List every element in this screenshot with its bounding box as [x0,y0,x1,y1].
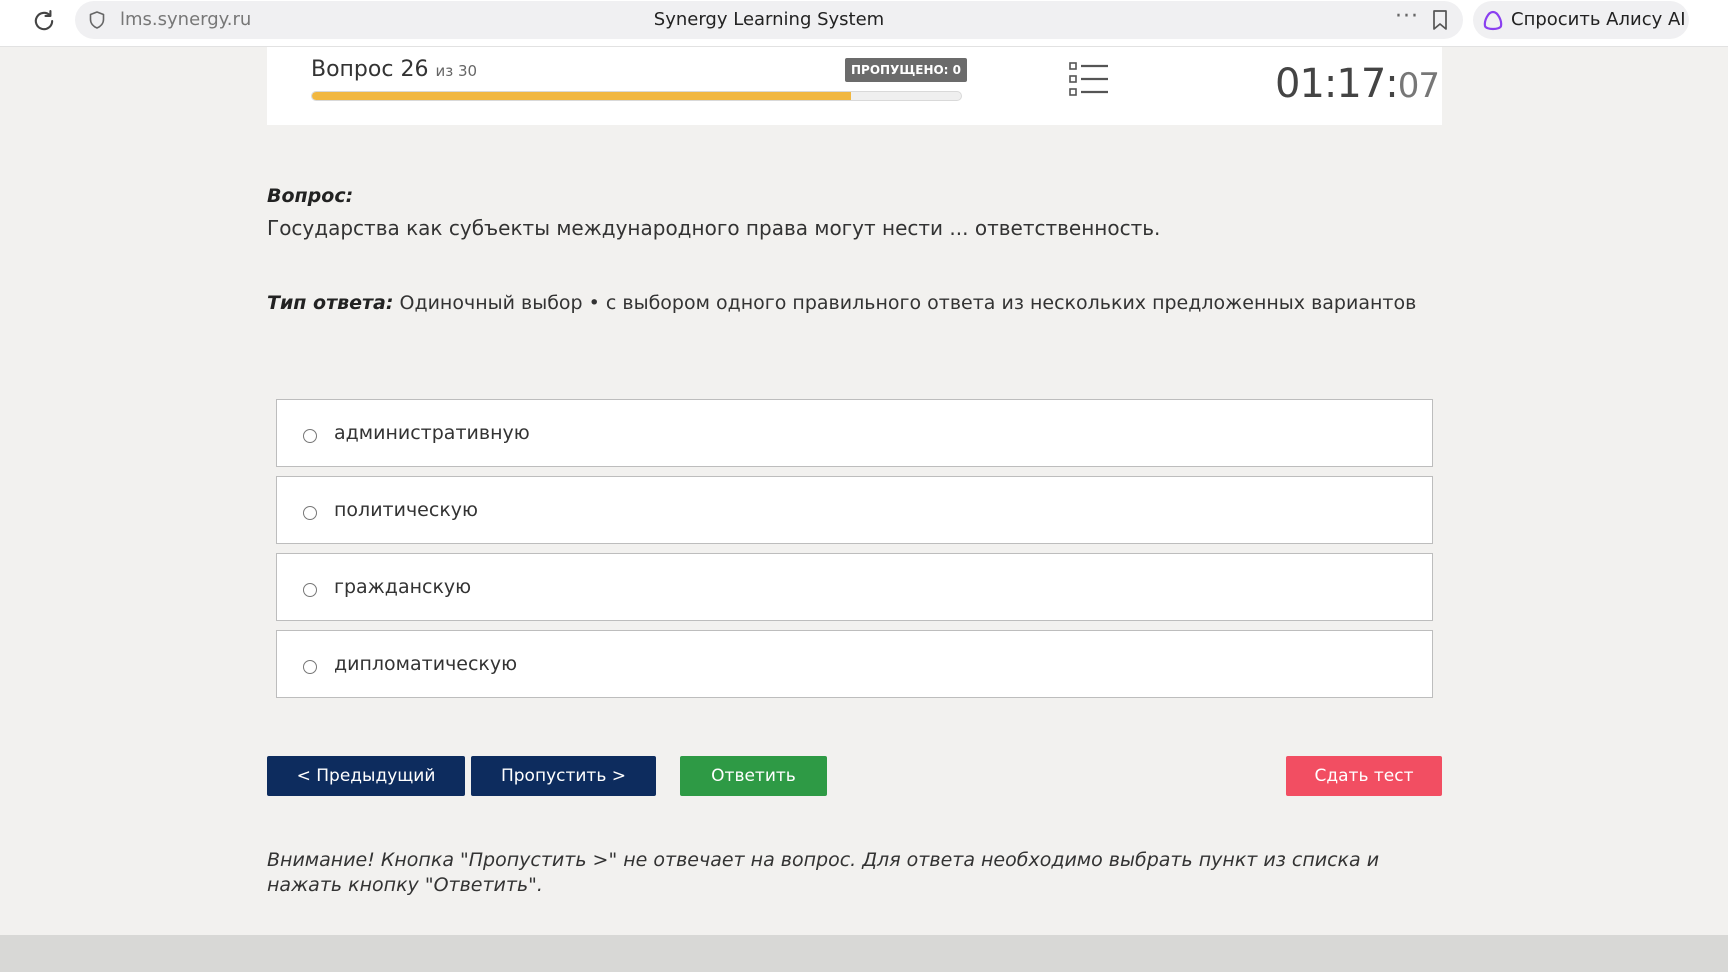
answer-option[interactable]: гражданскую [276,553,1433,621]
alice-icon [1483,10,1503,31]
progress-fill [312,92,851,100]
answer-button[interactable]: Ответить [680,756,827,796]
reload-icon[interactable] [30,7,58,35]
radio-button[interactable] [303,506,317,520]
ask-alice-button[interactable]: Спросить Алису AI [1473,1,1689,39]
answer-option[interactable]: дипломатическую [276,630,1433,698]
radio-button[interactable] [303,429,317,443]
timer-main: 01:17: [1275,61,1399,107]
question-total: из 30 [435,62,478,80]
timer-seconds: 07 [1397,66,1440,106]
question-list-icon[interactable] [1069,61,1109,97]
skip-button[interactable]: Пропустить > [471,756,656,796]
question-text: Государства как субъекты международного … [267,216,1161,240]
question-number: Вопрос 26 [311,57,429,82]
question-label: Вопрос: [267,185,354,207]
address-bar[interactable]: lms.synergy.ru Synergy Learning System ·… [75,1,1463,39]
ask-alice-label: Спросить Алису AI [1511,9,1686,30]
radio-button[interactable] [303,660,317,674]
submit-test-button[interactable]: Сдать тест [1286,756,1442,796]
warning-note: Внимание! Кнопка "Пропустить >" не отвеч… [267,849,1380,896]
answer-option-label: административную [334,422,530,444]
previous-button[interactable]: < Предыдущий [267,756,465,796]
answer-option-label: гражданскую [334,576,472,598]
page-footer [0,935,1728,972]
browser-toolbar: lms.synergy.ru Synergy Learning System ·… [0,0,1728,47]
progress-bar [311,91,962,101]
skipped-badge: ПРОПУЩЕНО: 0 [845,58,968,82]
answer-option-label: дипломатическую [334,653,518,675]
answer-type-value: Одиночный выбор • с выбором одного прави… [399,292,1417,314]
bookmark-icon[interactable] [1430,9,1450,31]
answer-option[interactable]: политическую [276,476,1433,544]
answer-option[interactable]: административную [276,399,1433,467]
answer-option-label: политическую [334,499,479,521]
tab-title: Synergy Learning System [653,9,885,30]
answer-type: Тип ответа: Одиночный выбор • с выбором … [267,292,1416,314]
answer-type-label: Тип ответа: [267,292,394,314]
timer: 01:17:07 [1275,61,1440,107]
radio-button[interactable] [303,583,317,597]
test-header-panel: Вопрос 26 из 30 ПРОПУЩЕНО: 0 01:17:07 [267,47,1442,125]
question-counter: Вопрос 26 из 30 [311,57,477,82]
more-options-icon[interactable]: ··· [1395,4,1419,29]
